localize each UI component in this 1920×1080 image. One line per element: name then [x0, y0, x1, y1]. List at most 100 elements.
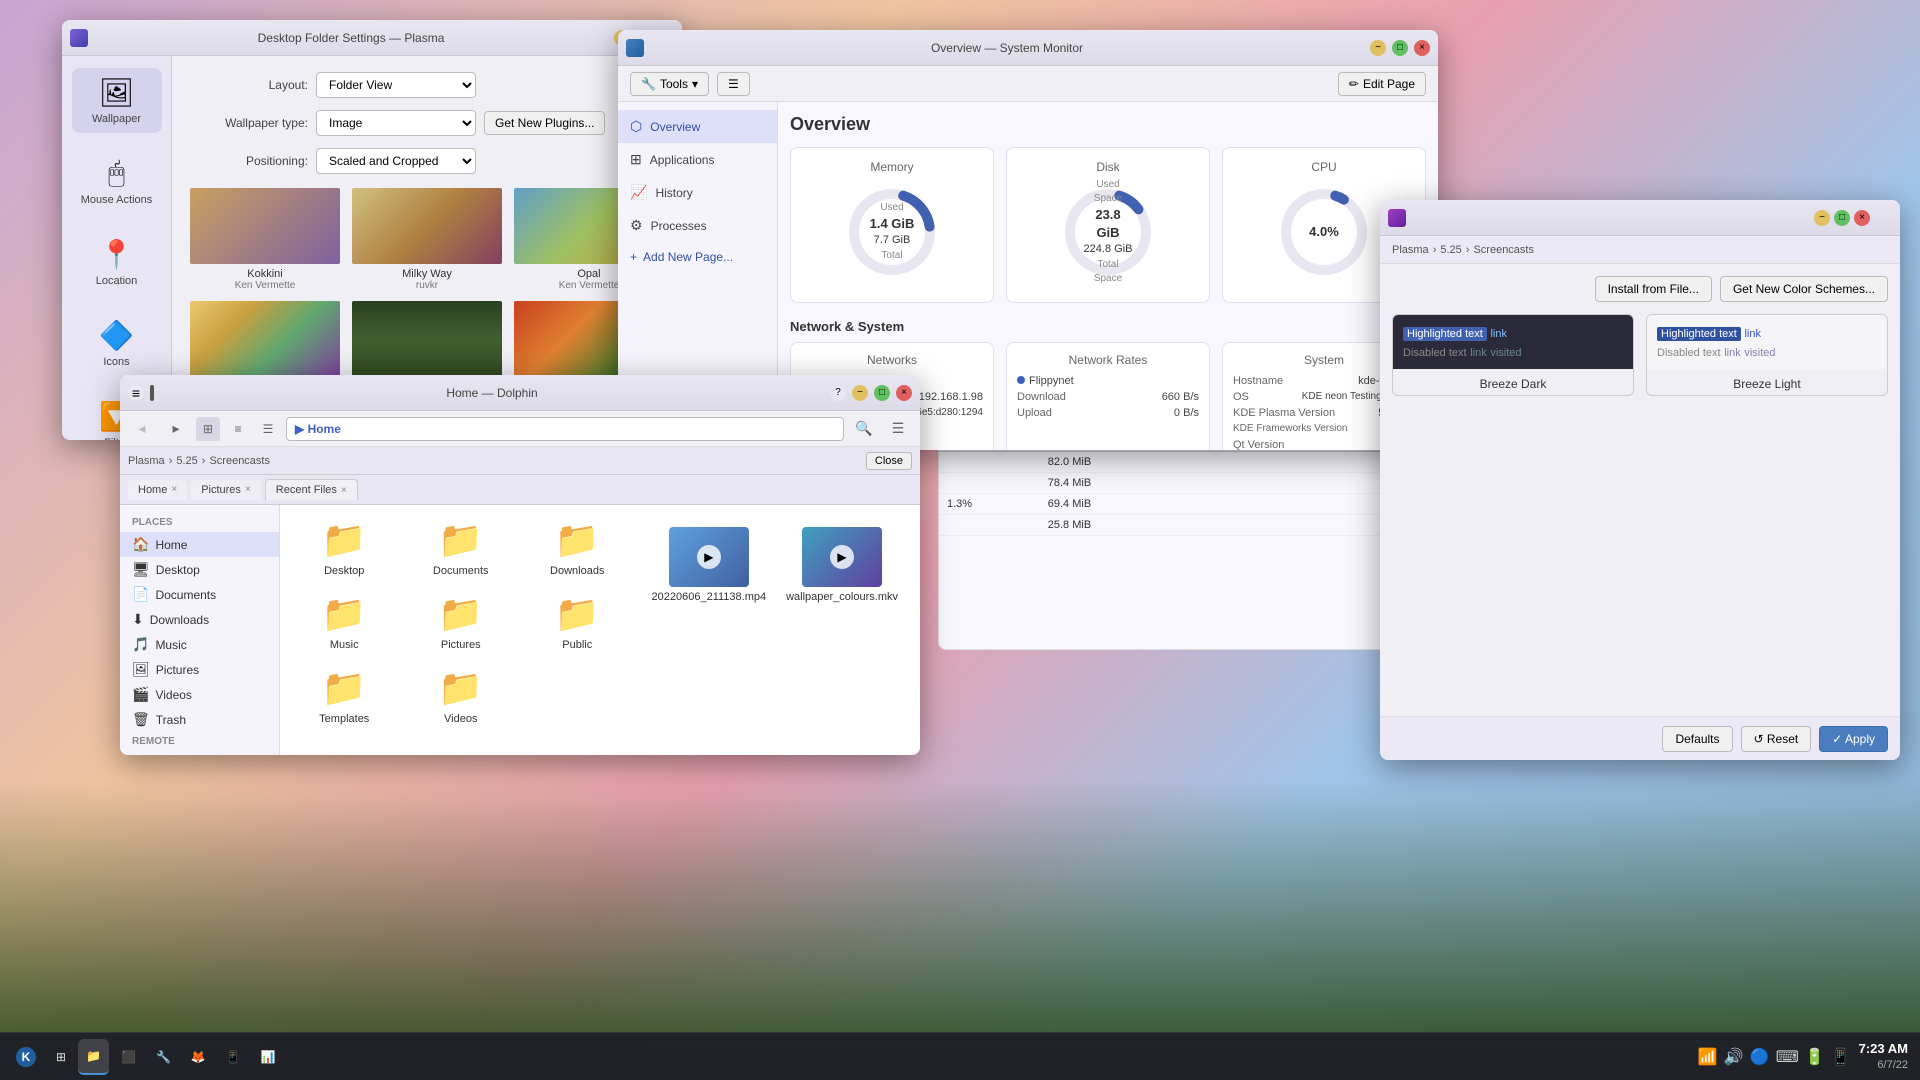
dolphin-help-button[interactable]: ?	[830, 385, 846, 401]
tools-icon: 🔧	[641, 77, 656, 91]
sysmon-nav-applications-label: Applications	[650, 153, 715, 167]
dolphin-place-desktop[interactable]: 🖥 Desktop	[120, 557, 279, 582]
dolphin-tab-home[interactable]: Home ×	[128, 480, 187, 500]
dolphin-file-public[interactable]: 📁 Public	[521, 587, 634, 657]
dfs-get-plugins-button[interactable]: Get New Plugins...	[484, 111, 605, 135]
taskbar-kdeconnect-btn[interactable]: 📱	[218, 1039, 249, 1075]
wallpaper-milkyway[interactable]: Milky Way ruvkr	[350, 186, 504, 291]
dolphin-video-1[interactable]: ▶ 20220606_211138.mp4	[646, 521, 773, 723]
sysmon-nav-overview[interactable]: ⬡ Overview	[618, 110, 777, 143]
volume-tray-icon[interactable]: 🔊	[1724, 1047, 1744, 1067]
dolphin-back-button[interactable]: ◂	[128, 415, 156, 443]
tab-home-close[interactable]: ×	[171, 484, 177, 495]
dolphin-file-pictures[interactable]: 📁 Pictures	[405, 587, 518, 657]
dolphin-close-breadcrumb-button[interactable]: Close	[866, 452, 912, 470]
sysmon-nav-processes[interactable]: ⚙ Processes	[618, 209, 777, 242]
sysmon-tools-button[interactable]: 🔧 Tools ▾	[630, 72, 709, 96]
dolphin-details-view-button[interactable]: ☰	[256, 417, 280, 441]
dolphin-place-home[interactable]: 🏠 Home	[120, 532, 279, 557]
dfs-sidebar-location[interactable]: 📍 Location	[72, 230, 162, 295]
sysmon-minimize-button[interactable]: −	[1370, 40, 1386, 56]
cs-close-button[interactable]: ×	[1854, 210, 1870, 226]
taskbar-dolphin-btn[interactable]: 📁	[78, 1039, 109, 1075]
cs-breeze-dark-card[interactable]: Highlighted text link Disabled text link…	[1392, 314, 1634, 396]
dolphin-forward-button[interactable]: ▸	[162, 415, 190, 443]
dfs-positioning-select[interactable]: Scaled and Cropped	[316, 148, 476, 174]
taskbar-firefox-btn[interactable]: 🦊	[183, 1039, 214, 1075]
dolphin-search-button[interactable]: 🔍	[850, 415, 878, 443]
cs-apply-button[interactable]: ✓ Apply	[1819, 726, 1888, 752]
taskbar-terminal-btn[interactable]: ⬛	[113, 1039, 144, 1075]
dfs-wallpaper-type-select[interactable]: Image	[316, 110, 476, 136]
network-tray-icon[interactable]: 📶	[1698, 1047, 1718, 1067]
sysmon-nav-history[interactable]: 📈 History	[618, 176, 777, 209]
cs-defaults-button[interactable]: Defaults	[1662, 726, 1732, 752]
dolphin-tab-recent[interactable]: Recent Files ×	[265, 479, 358, 500]
dolphin-file-documents[interactable]: 📁 Documents	[405, 513, 518, 583]
dolphin-tabs: Home × Pictures × Recent Files ×	[120, 475, 920, 505]
taskbar-start-button[interactable]: K	[8, 1039, 44, 1075]
dolphin-hamburger-button[interactable]: ☰	[884, 415, 912, 443]
dolphin-place-network[interactable]: 🌐 Network	[120, 751, 279, 755]
dolphin-tab-pictures[interactable]: Pictures ×	[191, 480, 261, 500]
cs-main: Install from File... Get New Color Schem…	[1380, 264, 1900, 716]
taskbar-workspaces[interactable]: ⊞	[48, 1039, 74, 1075]
dolphin-file-desktop[interactable]: 📁 Desktop	[288, 513, 401, 583]
time-display[interactable]: 7:23 AM 6/7/22	[1859, 1041, 1908, 1072]
sysmon-network-rates-card: Network Rates Flippynet Download 660 B/s…	[1006, 342, 1210, 450]
tab-pictures-close[interactable]: ×	[245, 484, 251, 495]
sysmon-maximize-button[interactable]: □	[1392, 40, 1408, 56]
cs-minimize-button[interactable]: −	[1814, 210, 1830, 226]
dolphin-compact-view-button[interactable]: ≡	[226, 417, 250, 441]
sysmon-nav-applications[interactable]: ⊞ Applications	[618, 143, 777, 176]
dolphin-place-documents[interactable]: 📄 Documents	[120, 582, 279, 607]
dfs-positioning-row: Positioning: Scaled and Cropped	[188, 148, 666, 174]
disk-total-value: 224.8 GiB	[1083, 242, 1133, 257]
dolphin-menu-button[interactable]: ≡	[128, 385, 144, 401]
cs-install-from-file-button[interactable]: Install from File...	[1595, 276, 1712, 302]
dolphin-place-trash[interactable]: 🗑 Trash	[120, 707, 279, 732]
cs-maximize-button[interactable]: □	[1834, 210, 1850, 226]
sysmon-edit-page-button[interactable]: ✏ Edit Page	[1338, 72, 1426, 96]
dfs-sidebar-mouse[interactable]: 🖱 Mouse Actions	[72, 149, 162, 214]
dfs-layout-select[interactable]: Folder View	[316, 72, 476, 98]
dolphin-icons-view-button[interactable]: ⊞	[196, 417, 220, 441]
sysmon-add-page[interactable]: + Add New Page...	[618, 242, 777, 272]
dolphin-place-downloads[interactable]: ⬇ Downloads	[120, 607, 279, 632]
proc-row-4-read	[1186, 515, 1291, 536]
dfs-sidebar-wallpaper[interactable]: 🖼 Wallpaper	[72, 68, 162, 133]
dolphin-minimize-button[interactable]: −	[852, 385, 868, 401]
proc-row-1[interactable]: 82.0 MiB	[939, 452, 1397, 473]
battery-tray-icon[interactable]: 🔋	[1805, 1047, 1825, 1067]
dolphin-location-bar[interactable]: ▶ Home	[286, 417, 844, 441]
cs-breeze-light-card[interactable]: Highlighted text link Disabled text link…	[1646, 314, 1888, 396]
cs-reset-button[interactable]: ↺ Reset	[1741, 726, 1812, 752]
dolphin-close-button[interactable]: ×	[896, 385, 912, 401]
dolphin-video-2[interactable]: ▶ wallpaper_colours.mkv	[780, 521, 904, 723]
dolphin-place-music[interactable]: 🎵 Music	[120, 632, 279, 657]
home-place-label: Home	[155, 538, 187, 552]
sysmon-close-button[interactable]: ×	[1414, 40, 1430, 56]
kdeconnect-tray-icon[interactable]: 📱	[1831, 1047, 1851, 1067]
sysmon-hamburger-button[interactable]: ☰	[717, 72, 750, 96]
tab-recent-close[interactable]: ×	[341, 485, 347, 496]
taskbar-settings-btn[interactable]: 🔧	[148, 1039, 179, 1075]
dolphin-maximize-button[interactable]: □	[874, 385, 890, 401]
proc-row-2[interactable]: 78.4 MiB	[939, 473, 1397, 494]
wallpaper-kokkini[interactable]: Kokkini Ken Vermette	[188, 186, 342, 291]
bluetooth-tray-icon[interactable]: 🔵	[1750, 1047, 1770, 1067]
dfs-sidebar-icons[interactable]: 🔷 Icons	[72, 311, 162, 376]
dolphin-file-videos[interactable]: 📁 Videos	[405, 661, 518, 731]
memory-card-title: Memory	[803, 160, 981, 174]
taskbar-activity-btn[interactable]: 📊	[253, 1039, 284, 1075]
proc-row-4[interactable]: 25.8 MiB	[939, 515, 1397, 536]
dolphin-file-music[interactable]: 📁 Music	[288, 587, 401, 657]
dolphin-file-templates[interactable]: 📁 Templates	[288, 661, 401, 731]
proc-row-3[interactable]: 1.3% 69.4 MiB	[939, 494, 1397, 515]
dolphin-place-pictures[interactable]: 🖼 Pictures	[120, 657, 279, 682]
keyboard-tray-icon[interactable]: ⌨	[1776, 1047, 1799, 1067]
dolphin-place-videos[interactable]: 🎬 Videos	[120, 682, 279, 707]
dolphin-file-downloads[interactable]: 📁 Downloads	[521, 513, 634, 583]
cs-titlebar: − □ ×	[1380, 200, 1900, 236]
cs-get-color-schemes-button[interactable]: Get New Color Schemes...	[1720, 276, 1888, 302]
